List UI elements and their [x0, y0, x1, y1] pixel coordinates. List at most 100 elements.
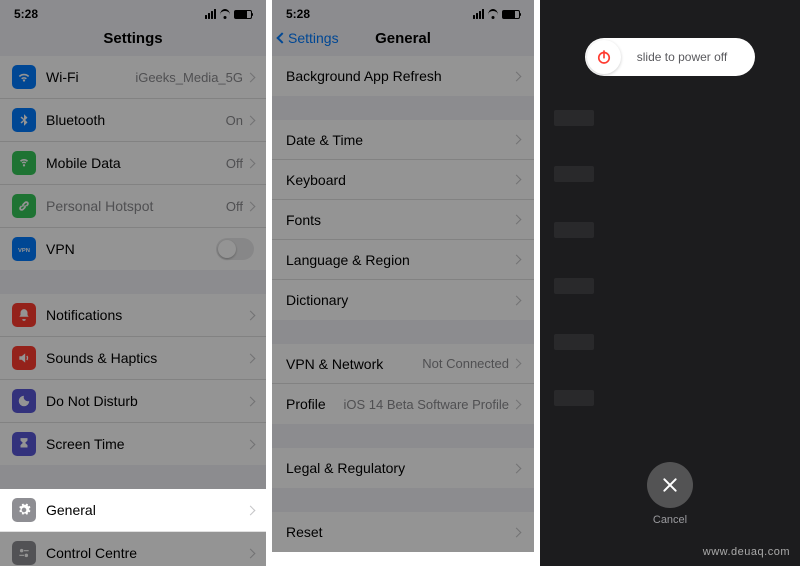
row-profile[interactable]: ProfileiOS 14 Beta Software Profile — [272, 384, 534, 424]
row-label: Screen Time — [46, 436, 247, 452]
power-off-slider[interactable]: slide to power off — [585, 38, 755, 76]
row-dictionary[interactable]: Dictionary — [272, 280, 534, 320]
status-time: 5:28 — [286, 7, 310, 21]
row-notifications[interactable]: Notifications — [0, 294, 266, 337]
battery-icon — [502, 10, 520, 19]
row-label: Date & Time — [286, 132, 513, 148]
row-detail: On — [226, 113, 243, 128]
row-label: Profile — [286, 396, 344, 412]
header: Settings — [0, 24, 266, 56]
settings-group: Wi-FiiGeeks_Media_5GBluetoothOnMobile Da… — [0, 56, 266, 270]
general-screen: 5:28 Settings General Background App Ref… — [272, 0, 534, 566]
row-vpn[interactable]: VPN VPN — [0, 228, 266, 270]
status-bar: 5:28 — [0, 0, 266, 24]
chevron-right-icon — [512, 215, 522, 225]
antenna-icon — [12, 151, 36, 175]
vpn-icon: VPN — [12, 237, 36, 261]
chevron-right-icon — [512, 527, 522, 537]
page-title: Settings — [103, 30, 162, 47]
row-do-not-disturb[interactable]: Do Not Disturb — [0, 380, 266, 423]
link-icon — [12, 194, 36, 218]
row-label: VPN & Network — [286, 356, 422, 372]
settings-group: Notifications Sounds & Haptics Do Not Dist… — [0, 294, 266, 465]
switches-icon — [12, 541, 36, 565]
cellular-icon — [205, 9, 216, 19]
chevron-right-icon — [246, 72, 256, 82]
chevron-right-icon — [512, 135, 522, 145]
toggle[interactable] — [216, 238, 254, 260]
status-icons — [205, 9, 252, 19]
shut-down-button[interactable]: Shut Down — [272, 552, 534, 566]
row-wi-fi[interactable]: Wi-FiiGeeks_Media_5G — [0, 56, 266, 99]
chevron-right-icon — [246, 505, 256, 515]
row-label: General — [46, 502, 247, 518]
status-bar: 5:28 — [272, 0, 534, 24]
battery-icon — [234, 10, 252, 19]
settings-group: Reset — [272, 512, 534, 552]
row-label: Background App Refresh — [286, 68, 513, 84]
row-label: Language & Region — [286, 252, 513, 268]
chevron-right-icon — [512, 399, 522, 409]
chevron-right-icon — [512, 359, 522, 369]
power-icon[interactable] — [587, 40, 621, 74]
row-bluetooth[interactable]: BluetoothOn — [0, 99, 266, 142]
row-label: Personal Hotspot — [46, 198, 226, 214]
chevron-right-icon — [246, 396, 256, 406]
chevron-right-icon — [246, 439, 256, 449]
row-reset[interactable]: Reset — [272, 512, 534, 552]
row-date-time[interactable]: Date & Time — [272, 120, 534, 160]
row-legal-regulatory[interactable]: Legal & Regulatory — [272, 448, 534, 488]
row-label: Fonts — [286, 212, 513, 228]
row-background-app-refresh[interactable]: Background App Refresh — [272, 56, 534, 96]
row-control-centre[interactable]: Control Centre — [0, 532, 266, 566]
chevron-right-icon — [246, 115, 256, 125]
bell-icon — [12, 303, 36, 327]
row-fonts[interactable]: Fonts — [272, 200, 534, 240]
wifi-icon — [487, 9, 499, 19]
row-detail: Off — [226, 199, 243, 214]
row-keyboard[interactable]: Keyboard — [272, 160, 534, 200]
row-detail: Off — [226, 156, 243, 171]
wifi-icon — [12, 65, 36, 89]
slider-label: slide to power off — [623, 50, 755, 64]
row-mobile-data[interactable]: Mobile DataOff — [0, 142, 266, 185]
chevron-right-icon — [512, 255, 522, 265]
chevron-right-icon — [512, 175, 522, 185]
svg-text:VPN: VPN — [18, 248, 30, 254]
row-label: VPN — [46, 241, 216, 257]
chevron-right-icon — [246, 353, 256, 363]
row-label: Notifications — [46, 307, 247, 323]
hourglass-icon — [12, 432, 36, 456]
row-general[interactable]: General — [0, 489, 266, 532]
chevron-right-icon — [246, 310, 256, 320]
row-sounds-haptics[interactable]: Sounds & Haptics — [0, 337, 266, 380]
status-time: 5:28 — [14, 7, 38, 21]
bluetooth-icon — [12, 108, 36, 132]
row-label: Reset — [286, 524, 513, 540]
settings-screen: 5:28 Settings Wi-FiiGeeks_Media_5GBlueto… — [0, 0, 266, 566]
gear-icon — [12, 498, 36, 522]
chevron-right-icon — [246, 158, 256, 168]
row-label: Control Centre — [46, 545, 247, 561]
row-detail: Not Connected — [422, 356, 509, 371]
power-off-screen: slide to power off Cancel — [540, 0, 800, 566]
row-label: Do Not Disturb — [46, 393, 247, 409]
row-vpn-network[interactable]: VPN & NetworkNot Connected — [272, 344, 534, 384]
settings-group: Legal & Regulatory — [272, 448, 534, 488]
cancel-button[interactable]: Cancel — [647, 462, 693, 526]
status-icons — [473, 9, 520, 19]
back-button[interactable]: Settings — [278, 30, 339, 46]
row-screen-time[interactable]: Screen Time — [0, 423, 266, 465]
speaker-icon — [12, 346, 36, 370]
settings-group: VPN & NetworkNot ConnectedProfileiOS 14 … — [272, 344, 534, 424]
moon-icon — [12, 389, 36, 413]
row-label: Keyboard — [286, 172, 513, 188]
chevron-right-icon — [512, 295, 522, 305]
chevron-right-icon — [512, 71, 522, 81]
row-language-region[interactable]: Language & Region — [272, 240, 534, 280]
row-personal-hotspot[interactable]: Personal HotspotOff — [0, 185, 266, 228]
settings-group: GeneralControl CentreAADisplay & Brightn… — [0, 489, 266, 566]
dimmed-background-rows — [554, 110, 786, 446]
settings-group: Background App Refresh — [272, 56, 534, 96]
row-detail: iOS 14 Beta Software Profile — [344, 397, 509, 412]
